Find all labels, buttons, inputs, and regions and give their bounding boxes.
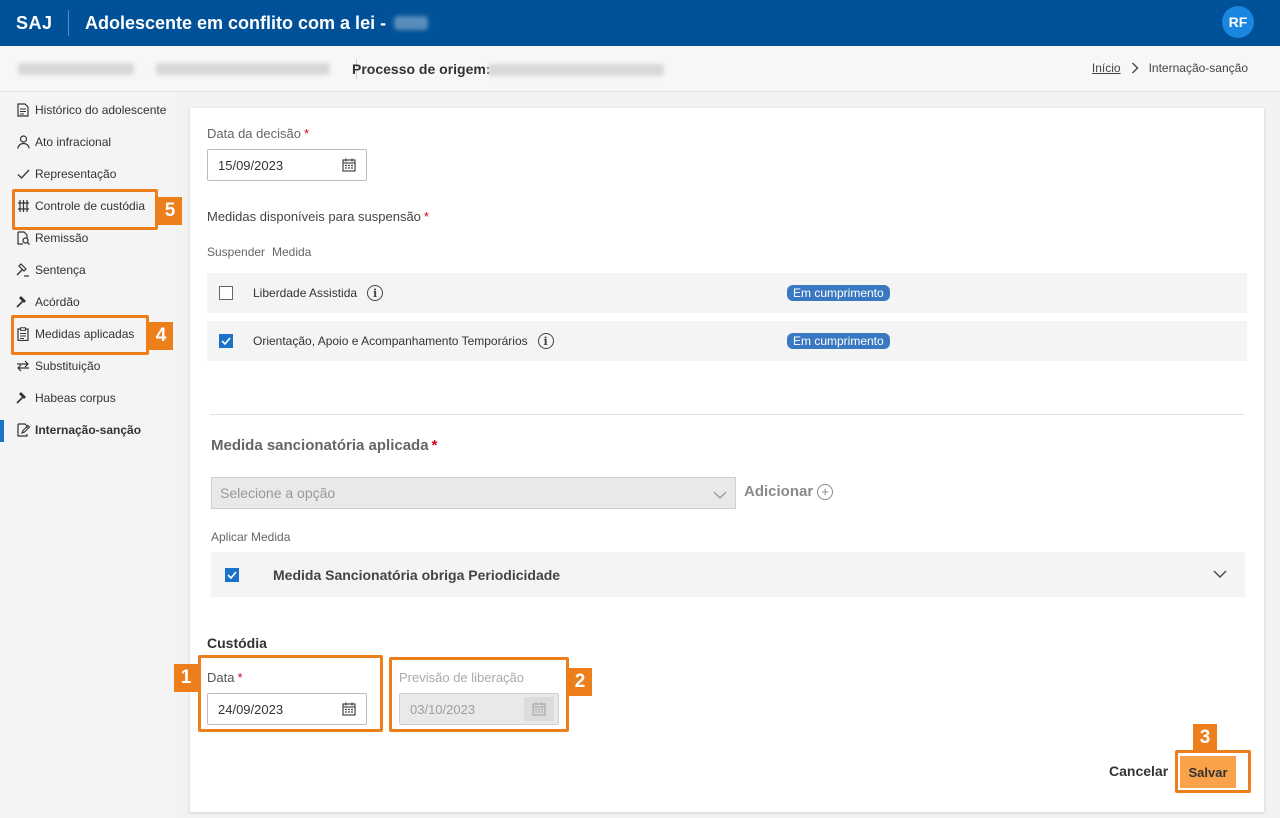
column-header-suspend: Suspender — [207, 245, 266, 259]
status-badge: Em cumprimento — [787, 333, 890, 349]
decision-date-label: Data da decisão * — [207, 126, 309, 141]
sidebar-item-representacao[interactable]: Representação — [0, 158, 176, 190]
chevron-down-icon — [713, 487, 727, 503]
user-avatar[interactable]: RF — [1222, 6, 1254, 38]
highlight-box-4 — [11, 315, 149, 355]
calendar-icon[interactable] — [342, 158, 356, 175]
chevron-right-icon — [1131, 62, 1139, 74]
sidebar-item-label: Acórdão — [35, 295, 80, 309]
status-badge: Em cumprimento — [787, 285, 890, 301]
add-label: Adicionar — [744, 483, 814, 500]
sidebar-item-internacao-sancao[interactable]: Internação-sanção — [0, 414, 176, 446]
step-number-2: 2 — [568, 668, 592, 696]
select-placeholder: Selecione a opção — [220, 485, 336, 501]
cancel-button[interactable]: Cancelar — [1109, 763, 1168, 779]
redacted-field — [156, 62, 330, 75]
highlight-box-2 — [389, 657, 569, 732]
required-mark: * — [423, 209, 429, 224]
sanction-section-title-text: Medida sancionatória aplicada — [211, 437, 429, 454]
info-icon[interactable]: i — [367, 285, 384, 301]
info-icon[interactable]: i — [537, 333, 554, 349]
origin-process-label: Processo de origem: — [352, 61, 491, 77]
sidebar-item-acordao[interactable]: Acórdão — [0, 286, 176, 318]
measure-name: Liberdade Assistida — [253, 286, 358, 300]
measure-row: Liberdade Assistida i Em cumprimento — [207, 273, 1247, 313]
measure-name: Orientação, Apoio e Acompanhamento Tempo… — [253, 334, 528, 348]
edit-icon — [16, 423, 30, 437]
sanction-section-title: Medida sancionatória aplicada * — [211, 437, 437, 454]
sidebar-item-sentenca[interactable]: Sentença — [0, 254, 176, 286]
decision-date-label-text: Data da decisão — [207, 126, 301, 141]
sidebar-item-label: Representação — [35, 167, 117, 181]
document-icon — [16, 103, 30, 117]
person-icon — [16, 135, 30, 149]
sidebar-item-label: Sentença — [35, 263, 86, 277]
column-header-measure: Medida — [272, 245, 312, 259]
required-mark: * — [431, 437, 438, 454]
suspend-checkbox[interactable] — [219, 334, 233, 348]
available-measures-label: Medidas disponíveis para suspensão * — [207, 209, 429, 224]
gavel-icon — [16, 391, 30, 405]
redacted-name — [394, 16, 429, 30]
sidebar-item-label: Internação-sanção — [35, 423, 142, 437]
measure-row: Orientação, Apoio e Acompanhamento Tempo… — [207, 321, 1247, 361]
process-header: Processo de origem: Início Internação-sa… — [0, 46, 1280, 92]
gavel-icon — [16, 295, 30, 309]
breadcrumb-home-link[interactable]: Início — [1092, 61, 1121, 75]
decision-date-field[interactable]: 15/09/2023 — [207, 149, 367, 181]
highlight-box-3 — [1175, 750, 1251, 793]
section-divider — [210, 414, 1244, 415]
suspend-checkbox[interactable] — [219, 286, 233, 300]
app-title: Adolescente em conflito com a lei - — [69, 12, 429, 34]
apply-measure-header: Aplicar Medida — [211, 530, 291, 544]
required-mark: * — [303, 126, 310, 141]
sidebar-item-ato-infracional[interactable]: Ato infracional — [0, 126, 176, 158]
app-title-text: Adolescente em conflito com a lei - — [85, 12, 387, 33]
sidebar-item-label: Histórico do adolescente — [35, 103, 167, 117]
sanction-measure-select[interactable]: Selecione a opção — [211, 477, 736, 509]
sidebar-item-label: Substituição — [35, 359, 101, 373]
top-bar: SAJ Adolescente em conflito com a lei - … — [0, 0, 1280, 46]
breadcrumb-current: Internação-sanção — [1148, 61, 1248, 75]
step-number-5: 5 — [158, 197, 182, 225]
highlight-box-1 — [198, 655, 383, 732]
checkmark-icon — [227, 570, 237, 579]
swap-icon — [16, 359, 30, 373]
sidebar-item-historico[interactable]: Histórico do adolescente — [0, 94, 176, 126]
available-measures-label-text: Medidas disponíveis para suspensão — [207, 209, 421, 224]
applied-measure-row[interactable]: Medida Sancionatória obriga Periodicidad… — [211, 552, 1245, 597]
sidebar-item-label: Remissão — [35, 231, 89, 245]
plus-circle-icon: + — [817, 483, 834, 500]
gavel-icon — [16, 263, 30, 277]
sidebar-item-habeas-corpus[interactable]: Habeas corpus — [0, 382, 176, 414]
step-number-1: 1 — [174, 664, 198, 692]
document-search-icon — [16, 231, 30, 245]
step-number-3: 3 — [1193, 724, 1217, 752]
applied-measure-name: Medida Sancionatória obriga Periodicidad… — [273, 566, 561, 583]
brand-logo[interactable]: SAJ — [0, 13, 68, 34]
sidebar-item-label: Ato infracional — [35, 135, 112, 149]
custody-title: Custódia — [207, 635, 267, 651]
checkmark-icon — [221, 337, 231, 345]
breadcrumb: Início Internação-sanção — [1092, 61, 1248, 75]
redacted-origin-number — [488, 64, 664, 76]
redacted-field — [18, 62, 134, 75]
highlight-box-5 — [12, 189, 158, 230]
decision-date-value: 15/09/2023 — [218, 157, 284, 173]
apply-checkbox[interactable] — [225, 567, 239, 582]
add-measure-button[interactable]: Adicionar + — [744, 483, 834, 500]
chevron-down-icon[interactable] — [1213, 567, 1227, 582]
sidebar-item-label: Habeas corpus — [35, 391, 116, 405]
step-number-4: 4 — [149, 322, 173, 350]
check-icon — [16, 167, 30, 181]
